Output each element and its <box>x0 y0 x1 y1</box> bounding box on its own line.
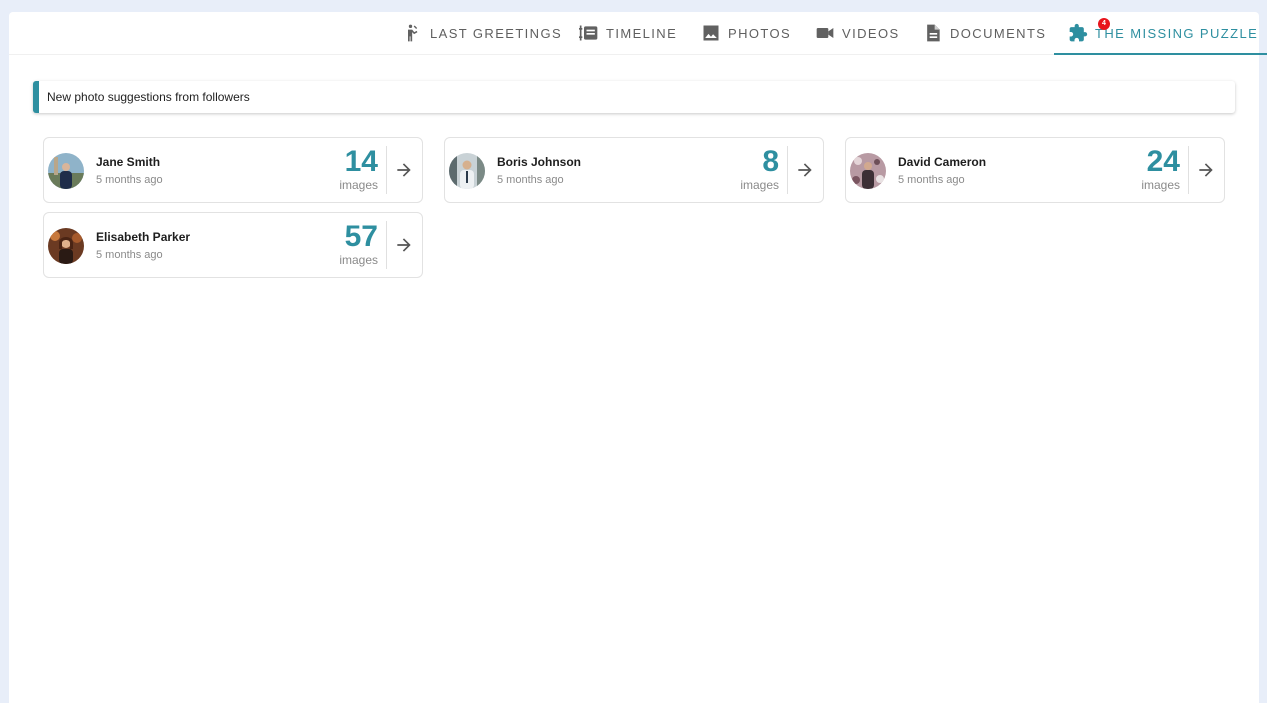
image-count: 24 <box>1146 145 1180 178</box>
image-count: 57 <box>344 220 378 253</box>
image-icon <box>703 25 719 41</box>
follower-time: 5 months ago <box>96 249 163 261</box>
greeting-person-icon <box>408 24 418 42</box>
tab-timeline[interactable]: TIMELINE <box>579 12 677 54</box>
tab-videos[interactable]: VIDEOS <box>815 12 900 54</box>
timeline-list-icon <box>579 25 598 41</box>
arrow-right-icon[interactable] <box>1196 160 1216 180</box>
suggestion-card[interactable]: Elisabeth Parker 5 months ago 57 images <box>43 212 423 278</box>
arrow-right-icon[interactable] <box>394 235 414 255</box>
image-count-unit: images <box>740 178 779 192</box>
avatar <box>850 153 886 189</box>
document-icon <box>927 24 940 42</box>
follower-name: Elisabeth Parker <box>96 230 191 244</box>
card-divider <box>386 146 387 194</box>
suggestion-card[interactable]: Jane Smith 5 months ago 14 images <box>43 137 423 203</box>
avatar <box>48 153 84 189</box>
tab-photos[interactable]: PHOTOS <box>701 12 791 54</box>
tab-label: VIDEOS <box>842 25 900 41</box>
videocam-icon <box>816 28 834 38</box>
tab-last-greetings[interactable]: LAST GREETINGS <box>403 12 562 54</box>
follower-time: 5 months ago <box>898 174 965 186</box>
tab-label: TIMELINE <box>606 25 678 41</box>
tab-the-missing-puzzle[interactable]: 4 THE MISSING PUZZLE <box>1053 12 1267 55</box>
follower-time: 5 months ago <box>96 174 163 186</box>
card-divider <box>1188 146 1189 194</box>
notice-text: New photo suggestions from followers <box>47 90 250 104</box>
follower-name: David Cameron <box>898 155 987 169</box>
tab-label: LAST GREETINGS <box>430 25 563 41</box>
tab-label: PHOTOS <box>728 25 792 41</box>
card-divider <box>787 146 788 194</box>
suggestion-card[interactable]: Boris Johnson 5 months ago 8 images <box>444 137 824 203</box>
avatar <box>449 153 485 189</box>
follower-name: Jane Smith <box>96 155 161 169</box>
tab-bar: LAST GREETINGS TIMELINE PHOTOS VIDEOS DO… <box>9 12 1267 55</box>
follower-name: Boris Johnson <box>497 155 582 169</box>
tab-label: DOCUMENTS <box>950 25 1047 41</box>
card-divider <box>386 221 387 269</box>
main-panel: LAST GREETINGS TIMELINE PHOTOS VIDEOS DO… <box>9 12 1267 703</box>
suggestions-notice: New photo suggestions from followers <box>33 81 1235 113</box>
tab-label: THE MISSING PUZZLE <box>1095 25 1259 41</box>
image-count-unit: images <box>339 253 378 267</box>
notification-badge: 4 <box>1098 18 1110 30</box>
suggestion-card[interactable]: David Cameron 5 months ago 24 images <box>845 137 1225 203</box>
arrow-right-icon[interactable] <box>795 160 815 180</box>
puzzle-icon <box>1069 23 1088 42</box>
image-count: 8 <box>762 145 779 178</box>
follower-time: 5 months ago <box>497 174 564 186</box>
tab-documents[interactable]: DOCUMENTS <box>923 12 1046 54</box>
avatar <box>48 228 84 264</box>
image-count-unit: images <box>1141 178 1180 192</box>
image-count-unit: images <box>339 178 378 192</box>
arrow-right-icon[interactable] <box>394 160 414 180</box>
image-count: 14 <box>344 145 378 178</box>
